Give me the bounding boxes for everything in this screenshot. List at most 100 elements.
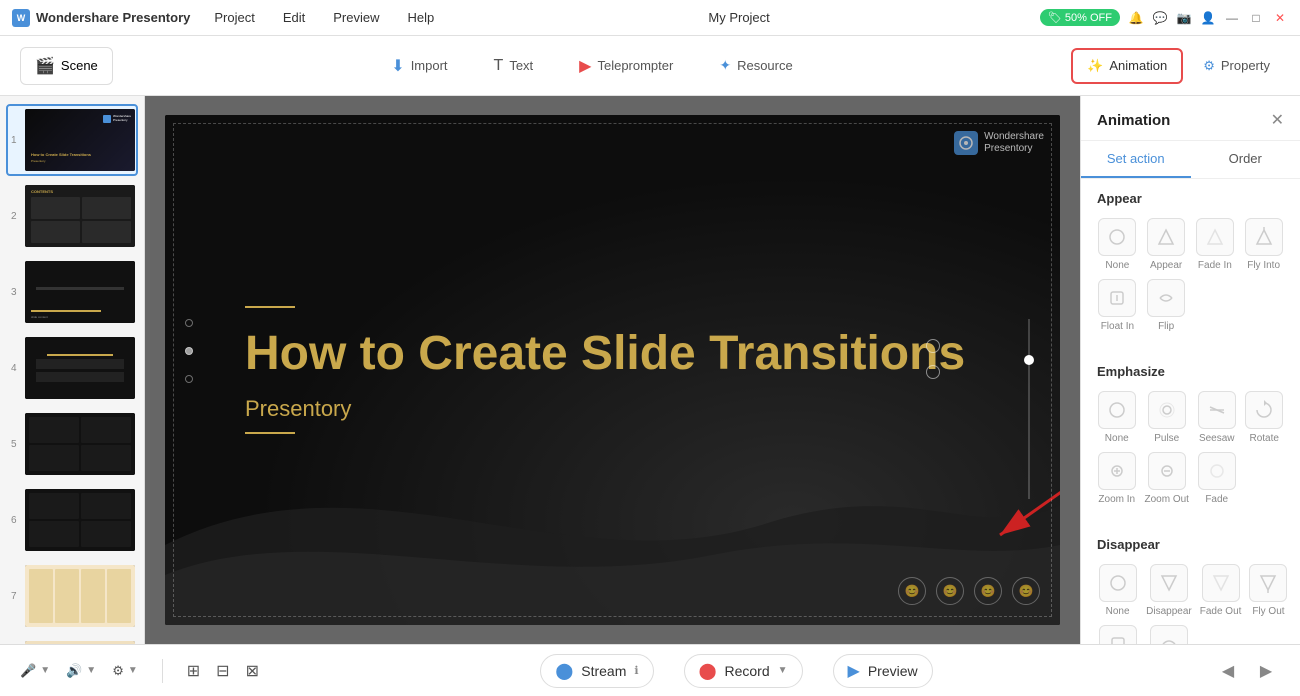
menu-edit[interactable]: Edit (279, 8, 309, 27)
video-icon[interactable]: 📷 (1176, 10, 1192, 26)
nav-dot-4[interactable]: 😊 (1012, 577, 1040, 605)
emphasize-zoomin[interactable]: Zoom In (1097, 452, 1137, 505)
teleprompter-icon: ▶ (579, 56, 591, 76)
nav-dot-3[interactable]: 😊 (974, 577, 1002, 605)
speaker-dropdown[interactable]: ▼ (86, 665, 96, 676)
nav-dot-1[interactable]: 😊 (898, 577, 926, 605)
tab-order[interactable]: Order (1191, 141, 1300, 178)
tab-set-action[interactable]: Set action (1081, 141, 1191, 178)
canvas-wrapper[interactable]: Wondershare Presentory How to Create Sli… (145, 96, 1080, 644)
titlebar: W Wondershare Presentory Project Edit Pr… (0, 0, 1300, 36)
disappear-floatout[interactable]: Float Out (1097, 625, 1138, 644)
disappear-fadeout-icon (1202, 564, 1240, 602)
notification-icon[interactable]: 🔔 (1128, 10, 1144, 26)
appear-flyinto[interactable]: Fly Into (1243, 218, 1284, 271)
project-title: My Project (708, 10, 769, 25)
slide-item-6[interactable]: 6 (6, 484, 138, 556)
settings-icon: ⚙ (112, 663, 124, 679)
account-icon[interactable]: 👤 (1200, 10, 1216, 26)
emphasize-rotate[interactable]: Rotate (1244, 391, 1284, 444)
resource-button[interactable]: ✦ Resource (711, 51, 800, 80)
minimize-button[interactable]: — (1224, 10, 1240, 26)
stream-icon: ⬤ (555, 661, 573, 681)
slide-title: How to Create Slide Transitions (245, 328, 980, 381)
record-dropdown[interactable]: ▼ (778, 665, 788, 676)
appear-fadein[interactable]: Fade In (1195, 218, 1236, 271)
emphasize-pulse-label: Pulse (1154, 433, 1179, 444)
slide-item-4[interactable]: 4 (6, 332, 138, 404)
speaker-button[interactable]: 🔊 ▼ (66, 663, 96, 679)
app-name: Wondershare Presentory (36, 10, 190, 25)
appear-flip-label: Flip (1158, 321, 1174, 332)
nav-dot-2[interactable]: 😊 (936, 577, 964, 605)
slide-num-6: 6 (11, 515, 21, 526)
titlebar-left: W Wondershare Presentory Project Edit Pr… (12, 8, 438, 27)
emphasize-pulse[interactable]: Pulse (1145, 391, 1189, 444)
appear-none[interactable]: None (1097, 218, 1138, 271)
panel-close-button[interactable]: ✕ (1271, 110, 1284, 130)
appear-floatin[interactable]: Float In (1097, 279, 1138, 332)
appear-flip[interactable]: Flip (1146, 279, 1187, 332)
scene-button[interactable]: 🎬 Scene (20, 47, 113, 85)
discount-badge[interactable]: 🏷 50% OFF (1040, 9, 1120, 26)
disappear-fadeout[interactable]: Fade Out (1200, 564, 1242, 617)
app-logo: W Wondershare Presentory (12, 9, 190, 27)
chat-icon[interactable]: 💬 (1152, 10, 1168, 26)
vertical-slider[interactable] (1028, 319, 1030, 499)
settings-dropdown[interactable]: ▼ (128, 665, 138, 676)
toolbar-center: ⬇ Import T Text ▶ Teleprompter ✦ Resourc… (383, 50, 800, 82)
close-button[interactable]: ✕ (1272, 10, 1288, 26)
emphasize-none[interactable]: None (1097, 391, 1137, 444)
nav-next-button[interactable]: ▶ (1252, 657, 1280, 685)
teleprompter-button[interactable]: ▶ Teleprompter (571, 50, 681, 82)
menu-help[interactable]: Help (404, 8, 439, 27)
maximize-button[interactable]: □ (1248, 10, 1264, 26)
record-button[interactable]: ⬤ Record ▼ (684, 654, 803, 688)
menu-preview[interactable]: Preview (329, 8, 383, 27)
slide-item-2[interactable]: 2 CONTENTS (6, 180, 138, 252)
preview-icon: ▶ (848, 661, 860, 681)
slider-handle[interactable] (1024, 355, 1034, 365)
toolbar-right: ✨ Animation ⚙ Property (1071, 48, 1280, 84)
emphasize-zoomout[interactable]: Zoom Out (1145, 452, 1189, 505)
disappear-flyout[interactable]: Fly Out (1249, 564, 1287, 617)
nav-prev-button[interactable]: ◀ (1214, 657, 1242, 685)
slide-item-8[interactable]: 8 (6, 636, 138, 644)
slide-item-3[interactable]: 3 slide content (6, 256, 138, 328)
stream-button[interactable]: ⬤ Stream ℹ (540, 654, 653, 688)
emphasize-seesaw[interactable]: Seesaw (1197, 391, 1237, 444)
disappear-flip[interactable]: Flip (1146, 625, 1192, 644)
appear-appear[interactable]: Appear (1146, 218, 1187, 271)
emphasize-fade[interactable]: Fade (1197, 452, 1237, 505)
property-button[interactable]: ⚙ Property (1193, 50, 1280, 82)
slide-item-5[interactable]: 5 (6, 408, 138, 480)
animation-button[interactable]: ✨ Animation (1071, 48, 1183, 84)
titlebar-right: 🏷 50% OFF 🔔 💬 📷 👤 — □ ✕ (1040, 9, 1288, 26)
layout-icon-3: ⊠ (246, 661, 259, 681)
disappear-none[interactable]: None (1097, 564, 1138, 617)
mic-dropdown[interactable]: ▼ (40, 665, 50, 676)
disappear-disappear[interactable]: Disappear (1146, 564, 1192, 617)
appear-floatin-icon (1098, 279, 1136, 317)
slide-item-1[interactable]: 1 How to Create Slide Transitions Presen… (6, 104, 138, 176)
logo-icon: W (12, 9, 30, 27)
appear-flip-icon (1147, 279, 1185, 317)
settings-button[interactable]: ⚙ ▼ (112, 663, 138, 679)
mic-icon: 🎤 (20, 663, 36, 679)
layout-btn-1[interactable]: ⊞ (187, 661, 200, 681)
appear-fadein-icon (1196, 218, 1234, 256)
preview-button[interactable]: ▶ Preview (833, 654, 933, 688)
text-button[interactable]: T Text (486, 51, 542, 81)
slide-item-7[interactable]: 7 (6, 560, 138, 632)
menu-project[interactable]: Project (210, 8, 258, 27)
import-button[interactable]: ⬇ Import (383, 50, 455, 82)
text-icon: T (494, 57, 504, 75)
mic-button[interactable]: 🎤 ▼ (20, 663, 50, 679)
layout-btn-2[interactable]: ⊟ (216, 661, 229, 681)
slide-thumb-1: How to Create Slide Transitions Presento… (25, 109, 135, 171)
emphasize-zoomin-icon (1098, 452, 1136, 490)
disappear-disappear-icon (1150, 564, 1188, 602)
layout-btn-3[interactable]: ⊠ (246, 661, 259, 681)
slide-subtitle: Presentory (245, 396, 980, 422)
toolbar-left: 🎬 Scene (20, 47, 113, 85)
